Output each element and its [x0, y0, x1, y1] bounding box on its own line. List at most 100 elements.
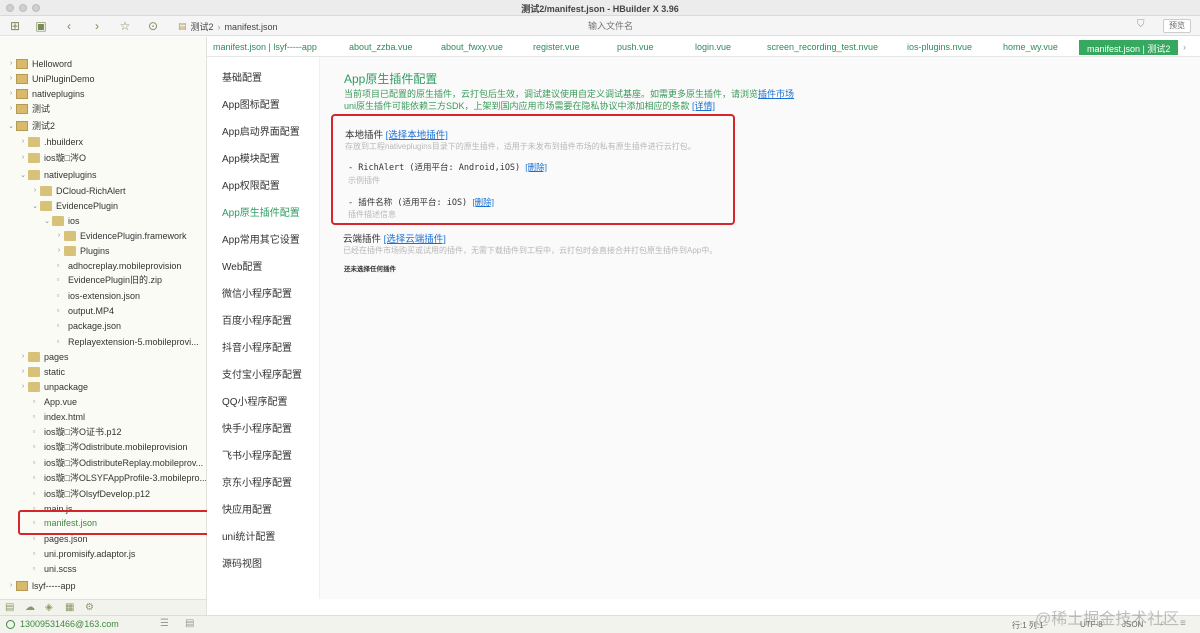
project-item[interactable]: › UniPluginDemo	[0, 71, 206, 86]
editor-tab[interactable]: manifest.json | lsyf-----app	[213, 42, 317, 52]
chevron-right-icon[interactable]: ›	[18, 353, 28, 360]
folder-item[interactable]: › DCloud-RichAlert	[0, 183, 206, 198]
file-item[interactable]: ▫ adhocreplay.mobileprovision	[0, 258, 206, 273]
notes-icon[interactable]: ▤	[185, 618, 194, 629]
chevron-right-icon[interactable]: ›	[6, 75, 16, 82]
file-item[interactable]: ▫ manifest.json	[0, 515, 206, 530]
settings-nav-item[interactable]: App图标配置	[222, 96, 280, 111]
chevron-right-icon[interactable]: ›	[6, 90, 16, 97]
chevron-right-icon[interactable]: ›	[30, 187, 40, 194]
settings-nav-item[interactable]: 抖音小程序配置	[222, 339, 292, 354]
editor-tab[interactable]: screen_recording_test.nvue	[767, 42, 878, 52]
settings-nav-item[interactable]: 飞书小程序配置	[222, 447, 292, 462]
details-link[interactable]: [详情]	[692, 101, 715, 111]
editor-tab[interactable]: about_zzba.vue	[349, 42, 413, 52]
forward-icon[interactable]: ›	[90, 19, 104, 33]
chevron-down-icon[interactable]: ⌄	[42, 217, 52, 225]
chevron-right-icon[interactable]: ›	[54, 232, 64, 239]
settings-nav-item[interactable]: App原生插件配置	[222, 204, 300, 219]
file-item[interactable]: ▫ output.MP4	[0, 303, 206, 318]
filter-icon[interactable]: ⛉	[1137, 19, 1145, 30]
settings-nav-item[interactable]: 百度小程序配置	[222, 312, 292, 327]
layers-icon[interactable]: ▦	[65, 602, 74, 613]
project-icon[interactable]: ▤	[5, 602, 14, 613]
menu-icon[interactable]: ≡	[1180, 618, 1186, 629]
delete-plugin-link[interactable]: [删除]	[472, 197, 494, 207]
folder-item[interactable]: › ios璇□涔O	[0, 150, 206, 165]
account-email[interactable]: 13009531466@163.com	[20, 619, 119, 629]
file-item[interactable]: ▫ ios-extension.json	[0, 288, 206, 303]
new-file-icon[interactable]: ⊞	[8, 19, 22, 33]
project-item[interactable]: › lsyf-----app	[0, 578, 206, 593]
file-item[interactable]: ▫ EvidencePlugin旧的.zip	[0, 272, 206, 287]
editor-tab[interactable]: login.vue	[695, 42, 731, 52]
project-item[interactable]: › nativeplugins	[0, 86, 206, 101]
chevron-right-icon[interactable]: ›	[18, 383, 28, 390]
editor-tab[interactable]: register.vue	[533, 42, 580, 52]
file-item[interactable]: ▫ ios璇□涔Odistribute.mobileprovision	[0, 439, 206, 454]
settings-nav-item[interactable]: 快手小程序配置	[222, 420, 292, 435]
user-icon[interactable]	[6, 620, 15, 629]
chevron-down-icon[interactable]: ⌄	[6, 122, 16, 130]
settings-nav-item[interactable]: 京东小程序配置	[222, 474, 292, 489]
chevron-right-icon[interactable]: ›	[6, 60, 16, 67]
file-item[interactable]: ▫ ios璇□涔OLSYFAppProfile-3.mobilepro...	[0, 470, 206, 485]
settings-icon[interactable]: ⚙	[85, 602, 94, 613]
more-tabs-icon[interactable]: ›	[1183, 42, 1186, 52]
folder-item[interactable]: › static	[0, 364, 206, 379]
folder-item[interactable]: › unpackage	[0, 379, 206, 394]
settings-nav-item[interactable]: uni统计配置	[222, 528, 275, 543]
file-item[interactable]: ▫ uni.scss	[0, 561, 206, 576]
editor-tab[interactable]: manifest.json | 测试2	[1079, 40, 1179, 55]
folder-item[interactable]: ⌄ nativeplugins	[0, 167, 206, 182]
editor-tab[interactable]: about_fwxy.vue	[441, 42, 503, 52]
settings-nav-item[interactable]: App模块配置	[222, 150, 280, 165]
chevron-right-icon[interactable]: ›	[6, 105, 16, 112]
editor-tab[interactable]: push.vue	[617, 42, 654, 52]
folder-item[interactable]: › EvidencePlugin.framework	[0, 228, 206, 243]
settings-nav-item[interactable]: 支付宝小程序配置	[222, 366, 302, 381]
folder-item[interactable]: › .hbuilderx	[0, 134, 206, 149]
settings-nav-item[interactable]: 源码视图	[222, 555, 262, 570]
project-item[interactable]: › Helloword	[0, 56, 206, 71]
chevron-down-icon[interactable]: ⌄	[18, 171, 28, 179]
file-item[interactable]: ▫ uni.promisify.adaptor.js	[0, 546, 206, 561]
file-item[interactable]: ▫ Replayextension-5.mobileprovi...	[0, 334, 206, 349]
plugin-icon[interactable]: ◈	[45, 602, 53, 613]
select-local-plugin-link[interactable]: [选择本地插件]	[386, 130, 448, 141]
chevron-right-icon[interactable]: ›	[54, 247, 64, 254]
settings-nav-item[interactable]: Web配置	[222, 258, 262, 273]
plugin-market-link[interactable]: 插件市场	[758, 89, 794, 99]
save-icon[interactable]: ▣	[34, 19, 48, 33]
chevron-right-icon[interactable]: ›	[18, 368, 28, 375]
file-search-input[interactable]	[588, 19, 1148, 33]
settings-nav-item[interactable]: App启动界面配置	[222, 123, 300, 138]
settings-nav-item[interactable]: 基础配置	[222, 69, 262, 84]
editor-tab[interactable]: ios-plugins.nvue	[907, 42, 972, 52]
chevron-right-icon[interactable]: ›	[6, 582, 16, 589]
folder-item[interactable]: › pages	[0, 349, 206, 364]
settings-nav-item[interactable]: App常用其它设置	[222, 231, 300, 246]
preview-button[interactable]: 预览	[1163, 19, 1191, 33]
folder-item[interactable]: › Plugins	[0, 243, 206, 258]
file-item[interactable]: ▫ main.js	[0, 501, 206, 516]
folder-item[interactable]: ⌄ ios	[0, 213, 206, 228]
back-icon[interactable]: ‹	[62, 19, 76, 33]
project-item[interactable]: › 测试	[0, 101, 206, 116]
chevron-right-icon[interactable]: ›	[18, 138, 28, 145]
file-item[interactable]: ▫ App.vue	[0, 394, 206, 409]
list-icon[interactable]: ☰	[160, 618, 169, 629]
breadcrumb-project[interactable]: 测试2	[191, 20, 214, 33]
file-item[interactable]: ▫ ios璇□涔O证书.p12	[0, 424, 206, 439]
settings-nav-item[interactable]: 快应用配置	[222, 501, 272, 516]
project-item[interactable]: ⌄ 测试2	[0, 118, 206, 133]
file-item[interactable]: ▫ ios璇□涔OdistributeReplay.mobileprov...	[0, 455, 206, 470]
cloud-icon[interactable]: ☁	[25, 602, 35, 613]
file-item[interactable]: ▫ ios璇□涔OlsyfDevelop.p12	[0, 486, 206, 501]
settings-nav-item[interactable]: 微信小程序配置	[222, 285, 292, 300]
settings-nav-item[interactable]: QQ小程序配置	[222, 393, 288, 408]
file-item[interactable]: ▫ package.json	[0, 318, 206, 333]
select-cloud-plugin-link[interactable]: [选择云端插件]	[384, 234, 446, 245]
file-item[interactable]: ▫ pages.json	[0, 531, 206, 546]
delete-plugin-link[interactable]: [删除]	[525, 162, 547, 172]
